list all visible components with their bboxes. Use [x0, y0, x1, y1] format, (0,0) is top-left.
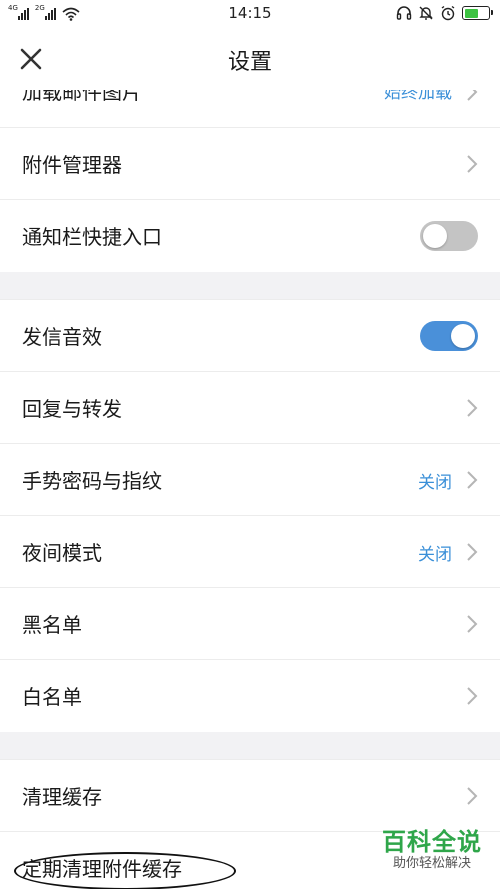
chevron-right-icon — [467, 90, 478, 101]
mute-bell-icon — [419, 6, 433, 20]
send-sound-toggle[interactable] — [420, 321, 478, 351]
setting-label: 手势密码与指纹 — [22, 469, 162, 493]
setting-label: 回复与转发 — [22, 397, 122, 421]
battery-level — [464, 8, 479, 18]
setting-row-whitelist[interactable]: 白名单 — [0, 660, 500, 732]
settings-list: 加载邮件图片 始终加载 附件管理器 通知栏快捷入口 发信音效 回复与转发 手势密… — [0, 90, 500, 889]
chevron-right-icon — [467, 687, 478, 705]
chevron-right-icon — [467, 399, 478, 417]
status-right — [396, 5, 493, 21]
setting-row-gesture-password[interactable]: 手势密码与指纹 关闭 — [0, 444, 500, 516]
setting-label: 夜间模式 — [22, 541, 102, 565]
setting-label: 清理缓存 — [22, 785, 102, 809]
chevron-right-icon — [467, 615, 478, 633]
setting-value: 关闭 — [418, 545, 452, 565]
chevron-right-icon — [467, 471, 478, 489]
setting-label: 加载邮件图片 — [22, 90, 142, 104]
watermark-subtitle: 助你轻松解决 — [392, 856, 471, 871]
alarm-icon — [441, 5, 455, 21]
status-bar: 4G 2G 14:15 — [0, 0, 500, 28]
setting-row-blacklist[interactable]: 黑名单 — [0, 588, 500, 660]
setting-label: 附件管理器 — [22, 153, 122, 177]
setting-value: 始终加载 — [384, 90, 452, 103]
toggle-knob — [423, 224, 447, 248]
section-divider — [0, 732, 500, 760]
notification-shortcut-toggle[interactable] — [420, 221, 478, 251]
setting-label: 发信音效 — [22, 325, 102, 349]
setting-row-clear-cache[interactable]: 清理缓存 — [0, 760, 500, 832]
header: 设置 — [0, 28, 500, 90]
section-divider — [0, 272, 500, 300]
watermark: 百科全说 助你轻松解决 — [372, 828, 492, 872]
chevron-right-icon — [467, 787, 478, 805]
page-title: 设置 — [227, 50, 272, 75]
chevron-right-icon — [467, 155, 478, 173]
chevron-right-icon — [467, 543, 478, 561]
toggle-knob — [451, 324, 475, 348]
setting-row-notification-shortcut: 通知栏快捷入口 — [0, 200, 500, 272]
watermark-title: 百科全说 — [382, 828, 482, 856]
battery-icon — [462, 6, 493, 20]
close-button[interactable] — [12, 40, 50, 78]
setting-label: 白名单 — [22, 685, 82, 709]
setting-value: 关闭 — [418, 473, 452, 493]
close-icon — [20, 48, 42, 70]
setting-label: 定期清理附件缓存 — [22, 857, 182, 881]
setting-row-reply-forward[interactable]: 回复与转发 — [0, 372, 500, 444]
headset-icon — [396, 6, 412, 20]
setting-row-night-mode[interactable]: 夜间模式 关闭 — [0, 516, 500, 588]
setting-label: 通知栏快捷入口 — [22, 225, 162, 249]
setting-row-send-sound: 发信音效 — [0, 300, 500, 372]
setting-row-attachment-manager[interactable]: 附件管理器 — [0, 128, 500, 200]
setting-row-load-images[interactable]: 加载邮件图片 始终加载 — [0, 90, 500, 128]
setting-label: 黑名单 — [22, 613, 82, 637]
